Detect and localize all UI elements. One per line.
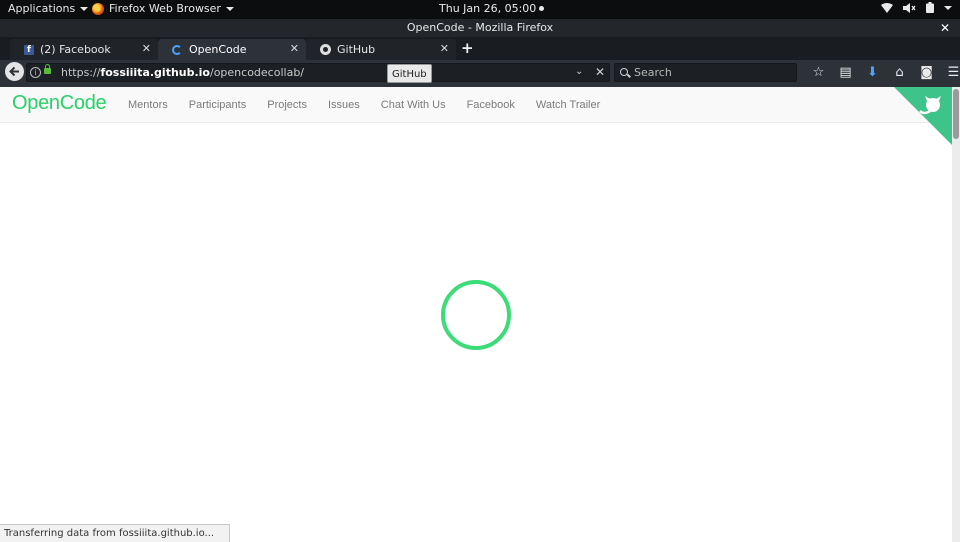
site-navbar: OpenCode Mentors Participants Projects I… [0,87,952,123]
applications-menu[interactable]: Applications [8,2,89,15]
tab-close-icon[interactable]: ✕ [440,42,449,55]
back-arrow-icon [9,66,19,77]
tab-label: GitHub [337,43,376,56]
chevron-down-icon [225,6,234,11]
url-bar[interactable]: i https://fossiiita.github.io/opencodeco… [26,63,610,82]
downloads-icon[interactable]: ⬇ [859,65,886,81]
tab-label: OpenCode [189,43,247,56]
bookmarks-menu-icon[interactable]: ▤ [832,65,859,81]
clock[interactable]: Thu Jan 26, 05:00 [439,2,545,15]
tab-close-icon[interactable]: ✕ [142,42,151,55]
facebook-icon: f [24,44,34,55]
pocket-icon[interactable]: ◙ [913,65,940,81]
bookmark-star-icon[interactable]: ☆ [805,65,832,81]
toolbar-icons: ☆ ▤ ⬇ ⌂ ◙ ☰ [805,65,960,81]
nav-link-issues[interactable]: Issues [328,99,360,111]
chevron-down-icon [944,5,952,10]
nav-link-chat-with-us[interactable]: Chat With Us [381,99,446,111]
nav-link-watch-trailer[interactable]: Watch Trailer [536,99,600,111]
firefox-icon [92,2,104,15]
wifi-icon [881,2,893,13]
stop-loading-icon[interactable]: ✕ [595,65,605,79]
firefox-app-label: Firefox Web Browser [109,2,221,15]
navigation-toolbar: i https://fossiiita.github.io/opencodeco… [0,60,960,87]
url-path: /opencodecollab/ [210,66,305,79]
search-icon [620,68,628,76]
loading-spinner [441,280,511,350]
new-tab-icon[interactable]: + [461,39,474,57]
hamburger-menu-icon[interactable]: ☰ [940,65,960,81]
gnome-top-bar: Applications Firefox Web Browser Thu Jan… [0,0,960,19]
tab-strip: f (2) Facebook ✕ OpenCode ✕ GitHub ✕ + [0,37,960,60]
search-placeholder: Search [634,66,672,79]
notification-dot-icon [539,6,545,11]
tab-tooltip: GitHub [387,64,432,83]
volume-muted-icon [903,2,916,13]
nav-link-facebook[interactable]: Facebook [467,99,515,111]
site-logo[interactable]: OpenCode [12,92,107,115]
window-title-bar: OpenCode - Mozilla Firefox ✕ [0,19,960,37]
tab-label: (2) Facebook [40,43,111,56]
site-info-icon[interactable]: i [30,67,41,78]
url-prefix: https:// [61,66,101,79]
lock-icon [44,64,51,74]
status-panel: Transferring data from fossiiita.github.… [0,524,230,542]
url-domain: fossiiita.github.io [100,66,210,79]
window-title: OpenCode - Mozilla Firefox [406,21,554,34]
nav-link-participants[interactable]: Participants [189,99,246,111]
clock-label: Thu Jan 26, 05:00 [439,2,537,15]
system-tray[interactable] [881,2,952,13]
home-icon[interactable]: ⌂ [886,65,913,81]
firefox-app-menu[interactable]: Firefox Web Browser [92,2,234,15]
battery-icon [926,2,934,13]
github-icon [320,44,331,55]
window-close-icon[interactable]: ✕ [940,19,950,37]
applications-label: Applications [8,2,76,15]
github-corner-icon[interactable] [894,87,952,145]
back-button[interactable] [5,62,24,81]
search-bar[interactable]: Search [614,63,797,82]
url-text[interactable]: https://fossiiita.github.io/opencodecoll… [61,66,304,79]
page-content: OpenCode Mentors Participants Projects I… [0,87,952,542]
site-nav-links: Mentors Participants Projects Issues Cha… [128,99,621,111]
loading-spinner-icon [172,44,182,55]
nav-link-projects[interactable]: Projects [267,99,307,111]
tab-opencode[interactable]: OpenCode ✕ [158,39,306,60]
scrollbar-thumb[interactable] [953,89,959,139]
nav-link-mentors[interactable]: Mentors [128,99,168,111]
tab-github[interactable]: GitHub ✕ [306,39,456,60]
vertical-scrollbar[interactable] [952,87,960,542]
tab-facebook[interactable]: f (2) Facebook ✕ [10,39,158,60]
url-dropdown-chevron-icon[interactable]: ⌄ [575,66,583,77]
chevron-down-icon [80,6,89,11]
tab-close-icon[interactable]: ✕ [290,42,299,55]
